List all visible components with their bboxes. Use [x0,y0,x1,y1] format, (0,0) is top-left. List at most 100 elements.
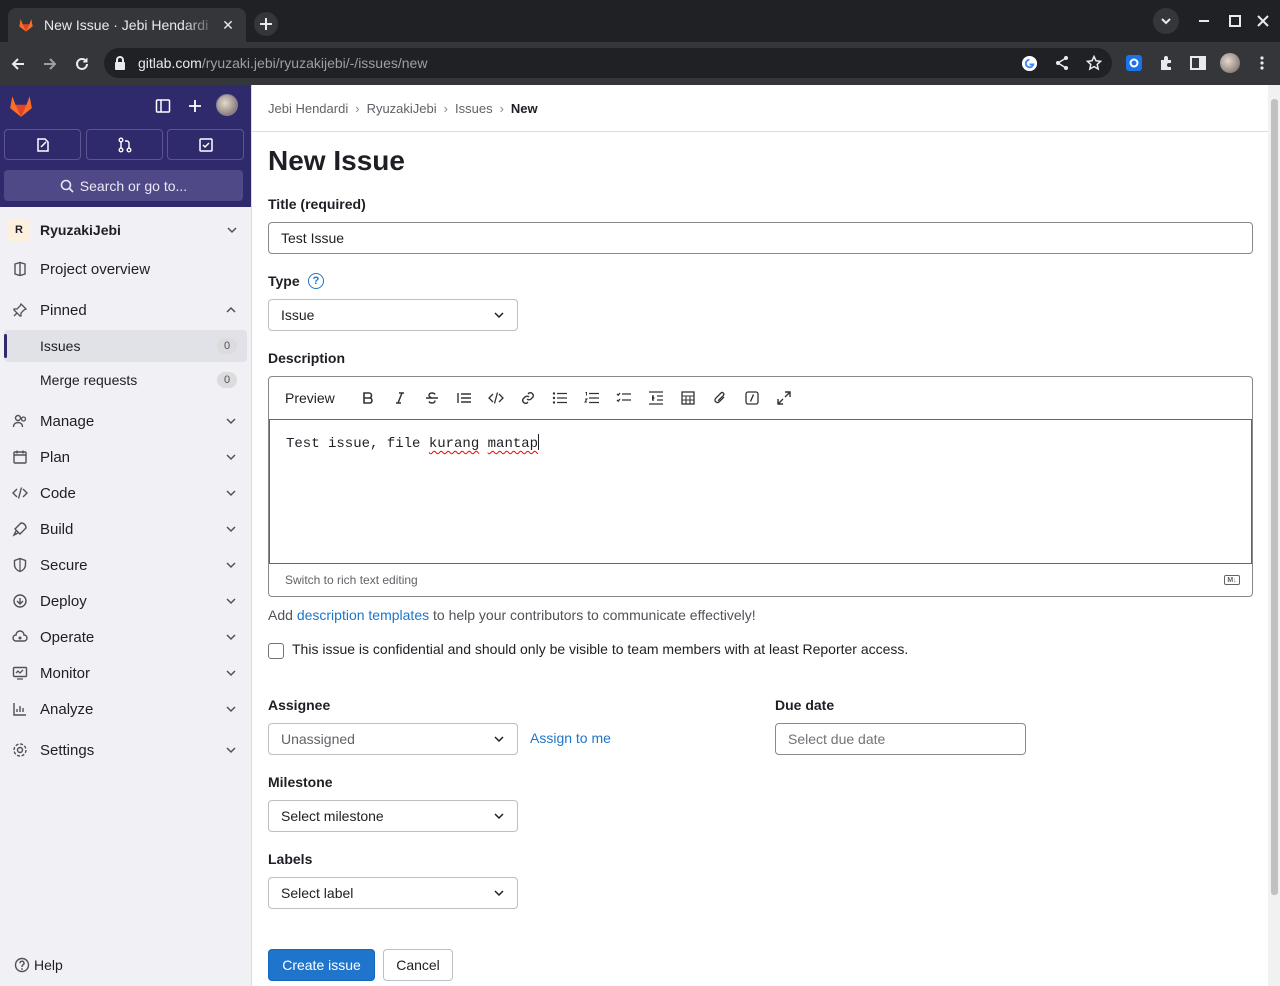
sidebar-item-operate[interactable]: Operate [4,621,247,653]
todo-list-button[interactable] [167,129,244,160]
breadcrumb-item-project[interactable]: RyuzakiJebi [367,101,437,116]
link-button[interactable] [512,382,544,414]
search-button[interactable]: Search or go to... [4,170,243,201]
editor-toolbar: Preview [269,377,1252,419]
sidebar-item-label: Manage [40,412,95,430]
sidebar-item-label: Settings [40,741,95,759]
reload-button[interactable] [69,51,95,77]
side-panel-icon[interactable] [1190,55,1206,71]
help-button[interactable]: Help [14,957,63,973]
back-button[interactable] [5,51,31,77]
browser-tab[interactable]: New Issue · Jebi Hendardi ✕ [8,8,246,42]
sidebar-item-build[interactable]: Build [4,513,247,545]
minimize-icon [1199,20,1209,22]
bullet-list-button[interactable] [544,382,576,414]
sidebar-item-merge-requests[interactable]: Merge requests 0 [4,364,247,396]
chevron-down-icon [226,418,236,425]
merge-requests-button[interactable] [86,129,163,160]
share-icon[interactable] [1054,55,1070,71]
code-button[interactable] [480,382,512,414]
reload-icon [76,57,88,70]
breadcrumb-item-current[interactable]: New [511,101,538,116]
type-select[interactable]: Issue [268,299,518,331]
assign-to-me-link[interactable]: Assign to me [530,730,611,746]
quick-actions-button[interactable] [736,382,768,414]
merge-request-icon [118,137,131,152]
task-list-icon [616,392,631,403]
gitlab-logo-icon[interactable] [8,93,34,119]
project-switcher[interactable]: R RyuzakiJebi [8,219,244,241]
description-textarea[interactable]: Test issue, file kurang mantap [269,419,1252,564]
preview-tab[interactable]: Preview [285,390,335,406]
due-date-input[interactable]: Select due date [775,723,1026,755]
italic-button[interactable] [384,382,416,414]
fullscreen-button[interactable] [768,382,800,414]
sidebar-item-monitor[interactable]: Monitor [4,657,247,689]
numbered-list-button[interactable] [576,382,608,414]
sidebar-item-project-overview[interactable]: Project overview [4,253,247,285]
description-label: Description [268,350,346,366]
minimize-button[interactable] [1191,8,1217,34]
milestone-select[interactable]: Select milestone [268,800,518,832]
switch-rich-text-button[interactable]: Switch to rich text editing [285,573,418,587]
chevron-down-icon [226,490,236,497]
tab-search-button[interactable] [1153,8,1179,34]
assignee-select[interactable]: Unassigned [268,723,518,755]
user-avatar[interactable] [216,94,238,116]
type-select-value: Issue [281,307,315,323]
labels-label: Labels [268,851,313,867]
planning-icon [13,450,27,464]
collapse-sidebar-button[interactable] [150,93,176,119]
breadcrumb-separator-icon: › [355,101,360,116]
labels-select[interactable]: Select label [268,877,518,909]
type-label: Type [268,273,300,289]
title-input[interactable]: Test Issue [268,222,1253,254]
lock-icon[interactable] [114,56,126,70]
monitor-icon [12,666,28,680]
bold-button[interactable] [352,382,384,414]
create-new-button[interactable] [182,93,208,119]
sidebar-item-plan[interactable]: Plan [4,441,247,473]
bookmark-star-icon[interactable] [1086,55,1102,71]
chevron-down-icon [226,454,236,461]
puzzle-icon[interactable] [1158,55,1174,71]
maximize-button[interactable] [1222,8,1248,34]
sidebar-item-code[interactable]: Code [4,477,247,509]
sidebar-item-manage[interactable]: Manage [4,405,247,437]
strikethrough-button[interactable] [416,382,448,414]
collapsible-section-button[interactable] [640,382,672,414]
description-templates-link[interactable]: description templates [297,607,429,623]
sidebar-item-settings[interactable]: Settings [4,734,247,766]
close-window-button[interactable] [1250,8,1276,34]
confidential-checkbox[interactable] [268,643,284,659]
sidebar-item-analyze[interactable]: Analyze [4,693,247,725]
cancel-button[interactable]: Cancel [383,949,453,981]
sidebar-item-label: Analyze [40,700,94,718]
table-button[interactable] [672,382,704,414]
extension-icon[interactable] [1126,55,1142,71]
scrollbar-thumb[interactable] [1271,99,1278,895]
quote-button[interactable] [448,382,480,414]
forward-button[interactable] [37,51,63,77]
task-list-button[interactable] [608,382,640,414]
url-text[interactable]: gitlab.com/ryuzaki.jebi/ryuzakijebi/-/is… [138,55,427,71]
close-tab-icon[interactable]: ✕ [218,15,238,35]
sidebar-item-issues[interactable]: Issues 0 [4,330,247,362]
confidential-label[interactable]: This issue is confidential and should on… [292,641,908,657]
breadcrumb-item-user[interactable]: Jebi Hendardi [268,101,348,116]
profile-avatar[interactable] [1220,53,1240,73]
maximize-icon [1229,15,1241,27]
attach-file-button[interactable] [704,382,736,414]
google-icon[interactable] [1021,55,1038,72]
new-tab-button[interactable] [254,12,278,36]
sidebar-item-secure[interactable]: Secure [4,549,247,581]
kebab-menu-icon[interactable] [1256,55,1268,71]
assigned-issues-button[interactable] [4,129,81,160]
type-help-icon[interactable]: ? [308,273,324,289]
due-date-label: Due date [775,697,835,713]
rocket-icon [12,522,27,537]
sidebar-item-pinned[interactable]: Pinned [4,294,247,326]
breadcrumb-item-issues[interactable]: Issues [455,101,493,116]
create-issue-button[interactable]: Create issue [268,949,375,981]
sidebar-item-deploy[interactable]: Deploy [4,585,247,617]
